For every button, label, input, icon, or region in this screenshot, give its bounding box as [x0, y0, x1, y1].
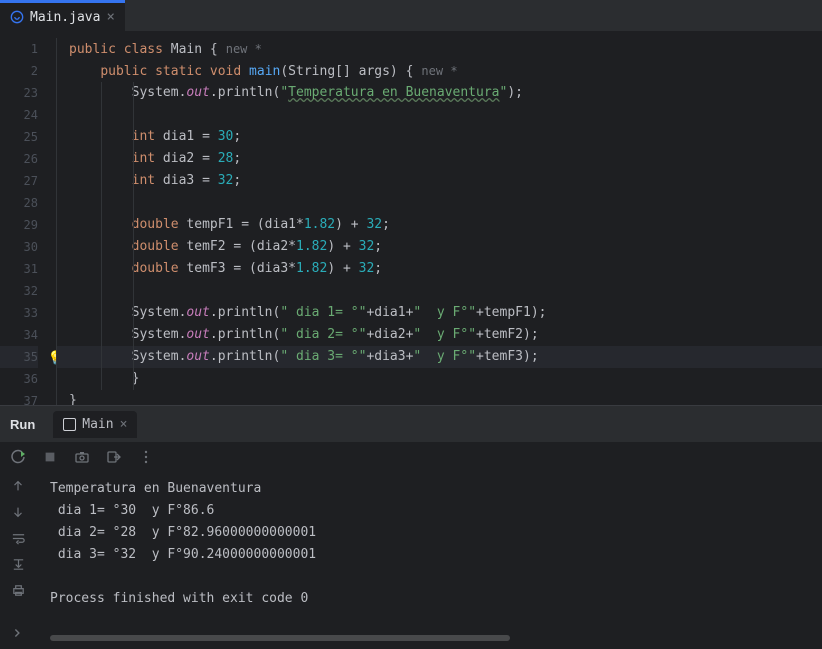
line-number: 32 — [0, 280, 38, 302]
code-area[interactable]: public class Main {new * public static v… — [56, 32, 822, 405]
editor-tab[interactable]: Main.java × — [0, 0, 125, 31]
console-output[interactable]: Temperatura en Buenaventura dia 1= °30 y… — [36, 472, 822, 635]
code-line[interactable]: double tempF1 = (dia1*1.82) + 32; — [56, 214, 822, 236]
up-arrow-icon[interactable] — [10, 478, 26, 494]
line-number-gutter: 1223242526272829303132333435💡3637 — [0, 32, 56, 405]
close-run-tab-icon[interactable]: × — [120, 417, 128, 432]
line-number: 30 — [0, 236, 38, 258]
line-number: 31 — [0, 258, 38, 280]
line-number: 25 — [0, 126, 38, 148]
run-sidebar — [0, 472, 36, 649]
run-toolbar — [0, 442, 822, 472]
line-number: 28 — [0, 192, 38, 214]
editor-tab-bar: Main.java × — [0, 0, 822, 32]
code-line[interactable]: public static void main(String[] args) {… — [56, 60, 822, 82]
run-body: Temperatura en Buenaventura dia 1= °30 y… — [0, 472, 822, 649]
close-tab-icon[interactable]: × — [106, 10, 114, 24]
code-line[interactable]: System.out.println("Temperatura en Buena… — [56, 82, 822, 104]
line-number: 2 — [0, 60, 38, 82]
code-line[interactable] — [56, 104, 822, 126]
inlay-hint: new * — [413, 64, 457, 78]
code-line[interactable]: double temF3 = (dia3*1.82) + 32; — [56, 258, 822, 280]
line-number: 29 — [0, 214, 38, 236]
run-content: Temperatura en Buenaventura dia 1= °30 y… — [36, 472, 822, 649]
camera-icon[interactable] — [74, 449, 90, 465]
tab-filename: Main.java — [30, 10, 100, 25]
application-icon — [63, 418, 76, 431]
down-arrow-icon[interactable] — [10, 504, 26, 520]
code-editor[interactable]: 1223242526272829303132333435💡3637 public… — [0, 32, 822, 405]
print-icon[interactable] — [10, 582, 26, 598]
line-number: 23 — [0, 82, 38, 104]
code-line[interactable]: int dia3 = 32; — [56, 170, 822, 192]
code-line[interactable] — [56, 280, 822, 302]
stop-icon[interactable] — [42, 449, 58, 465]
soft-wrap-icon[interactable] — [10, 530, 26, 546]
code-line[interactable]: System.out.println(" dia 1= °"+dia1+" y … — [56, 302, 822, 324]
line-number: 24 — [0, 104, 38, 126]
line-number: 34 — [0, 324, 38, 346]
code-line[interactable]: } — [56, 390, 822, 405]
line-number: 33 — [0, 302, 38, 324]
inlay-hint: new * — [218, 42, 262, 56]
line-number: 27 — [0, 170, 38, 192]
code-line[interactable]: System.out.println(" dia 2= °"+dia2+" y … — [56, 324, 822, 346]
line-number: 36 — [0, 368, 38, 390]
line-number: 1 — [0, 38, 38, 60]
line-number: 35💡 — [0, 346, 38, 368]
run-panel: Run Main × — [0, 405, 822, 649]
run-panel-header: Run Main × — [0, 406, 822, 442]
run-tab-name: Main — [82, 417, 113, 432]
line-number: 37 — [0, 390, 38, 405]
more-icon[interactable] — [138, 449, 154, 465]
scrollbar-thumb[interactable] — [50, 635, 510, 641]
code-line[interactable]: double temF2 = (dia2*1.82) + 32; — [56, 236, 822, 258]
code-line[interactable]: System.out.println(" dia 3= °"+dia3+" y … — [56, 346, 822, 368]
run-config-tab[interactable]: Main × — [53, 411, 137, 438]
run-panel-title: Run — [10, 417, 49, 432]
code-line[interactable]: } — [56, 368, 822, 390]
java-file-icon — [10, 10, 24, 24]
line-number: 26 — [0, 148, 38, 170]
code-line[interactable]: int dia1 = 30; — [56, 126, 822, 148]
code-line[interactable]: public class Main {new * — [56, 38, 822, 60]
rerun-icon[interactable] — [10, 449, 26, 465]
horizontal-scrollbar[interactable] — [50, 635, 808, 645]
expand-icon[interactable] — [10, 625, 26, 641]
code-line[interactable]: int dia2 = 28; — [56, 148, 822, 170]
exit-icon[interactable] — [106, 449, 122, 465]
code-line[interactable] — [56, 192, 822, 214]
scroll-to-end-icon[interactable] — [10, 556, 26, 572]
